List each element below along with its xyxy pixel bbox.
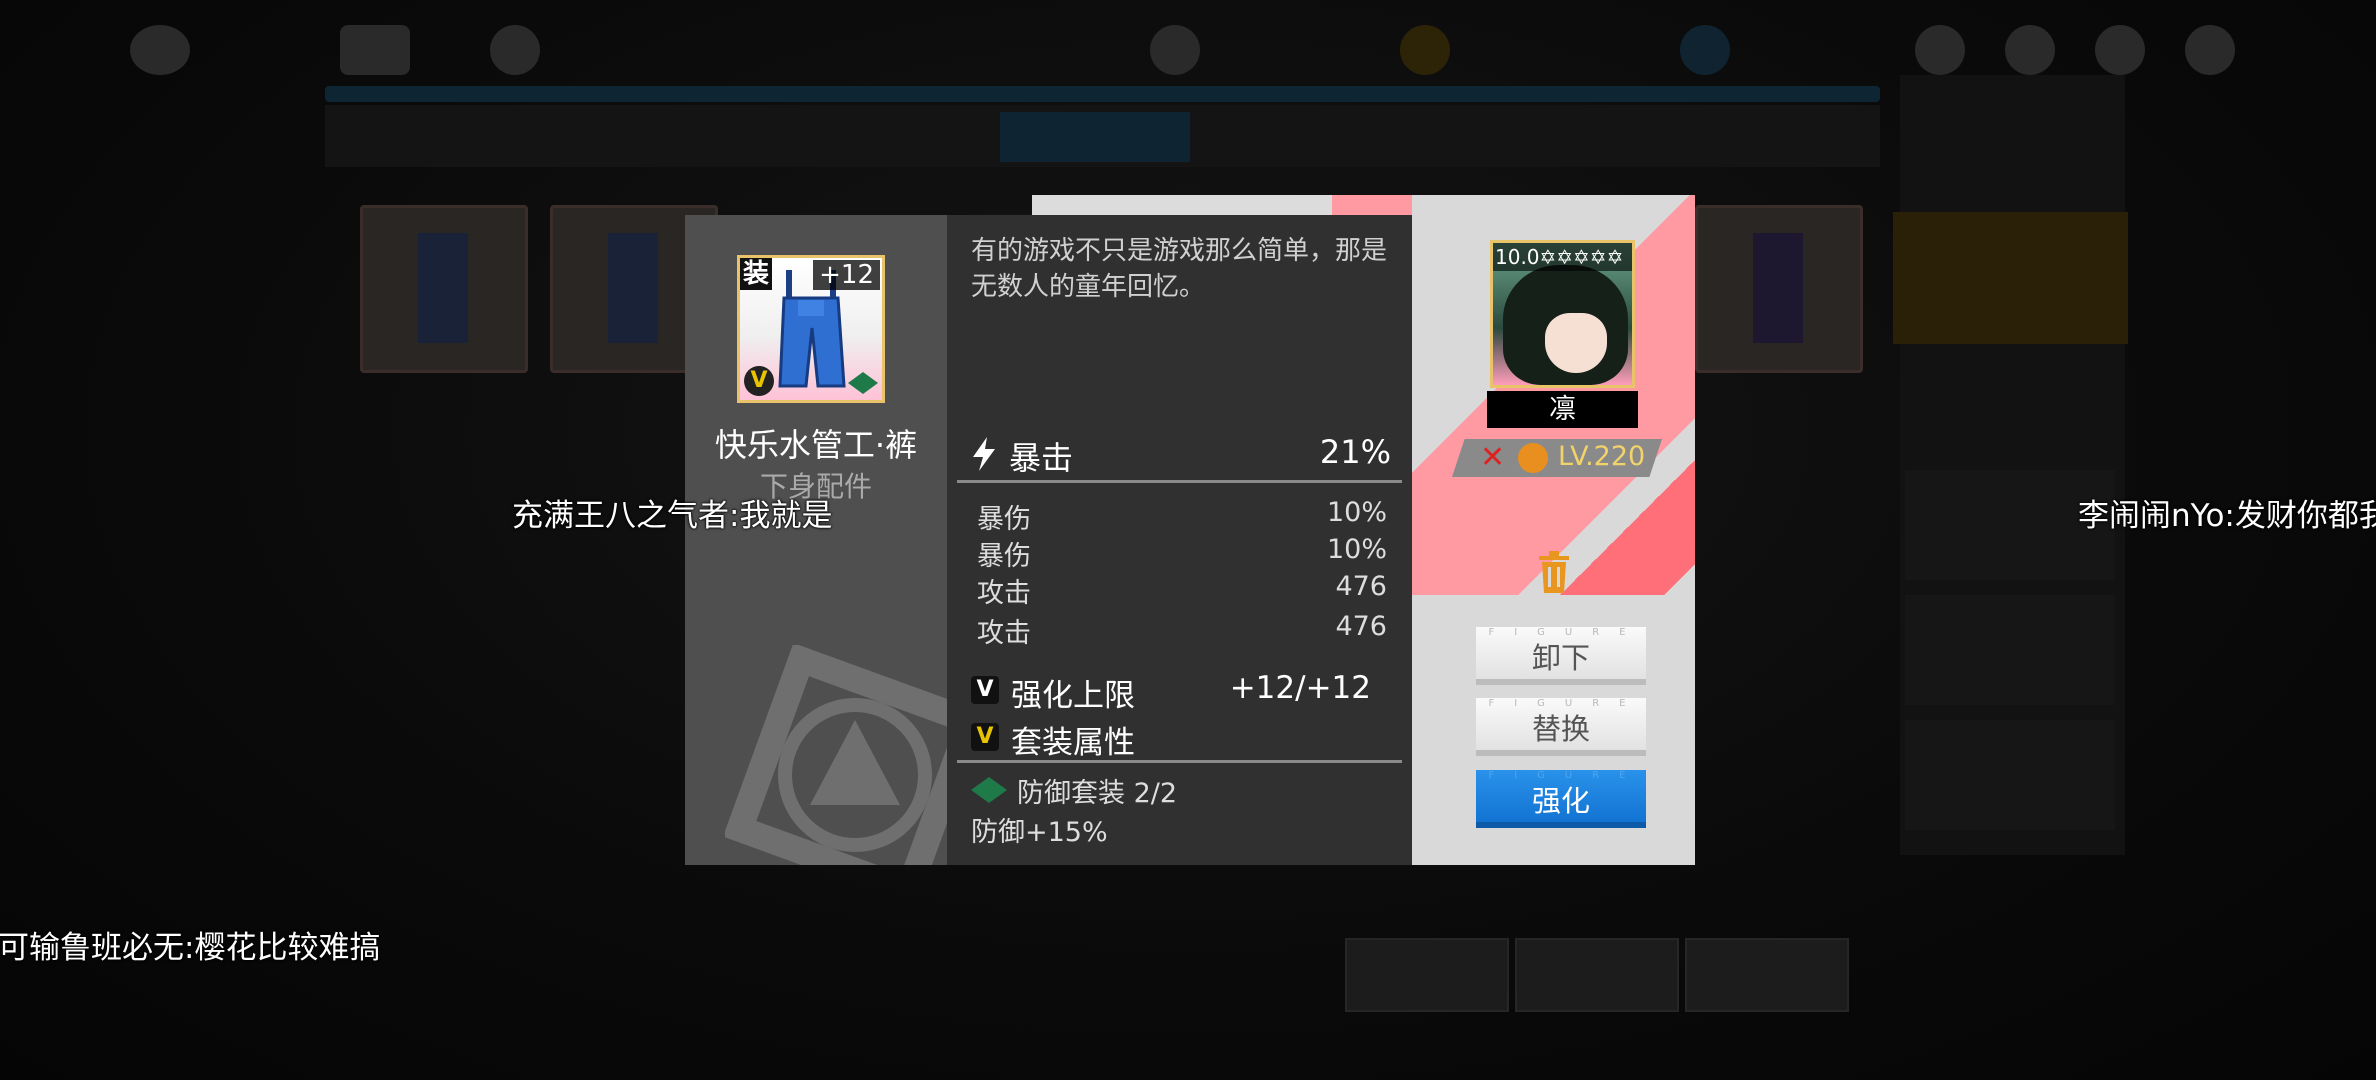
sub-stat-row: 暴伤 10% xyxy=(977,497,1387,535)
tab-head xyxy=(575,112,765,162)
tab-all xyxy=(335,112,525,162)
main-stat-name: 暴击 xyxy=(1009,439,1074,477)
item-icon[interactable]: 装 +12 V xyxy=(737,255,885,403)
enhance-cap-value: +12/+12 xyxy=(1229,670,1371,706)
settings-icon xyxy=(1915,25,1965,75)
character-action-panel: 10.0✡✡✡✡✡ 凛 ✕ LV.220 FIGURE 卸下 FIGURE 替换… xyxy=(1412,195,1695,865)
tier-medal-icon xyxy=(1518,443,1548,473)
bottom-button xyxy=(1515,938,1679,1012)
item-stats-panel: 有的游戏不只是游戏那么简单，那是无数人的童年回忆。 暴击 21% 暴伤 10% … xyxy=(947,215,1412,865)
danmaku-comment: 李闹闹nYo:发财你都我 xyxy=(2078,498,2376,534)
unequip-button[interactable]: FIGURE 卸下 xyxy=(1476,627,1646,685)
equipped-tag: 装 xyxy=(740,258,773,290)
sub-stat-row: 攻击 476 xyxy=(977,571,1387,609)
divider xyxy=(957,760,1402,763)
logo-icon xyxy=(130,25,190,75)
coin-icon xyxy=(1400,25,1450,75)
menu-icon xyxy=(340,25,410,75)
top-resource-bar xyxy=(120,10,2240,75)
unequip-label: 卸下 xyxy=(1531,641,1590,675)
bottom-button xyxy=(1345,938,1509,1012)
item-name: 快乐水管工·裤 xyxy=(714,426,918,464)
set-attr-row: V 套装属性 xyxy=(971,717,1391,761)
emblem-watermark-icon xyxy=(725,645,947,865)
character-rating: 10.0✡✡✡✡✡ xyxy=(1493,243,1632,271)
bag-icon xyxy=(2095,25,2145,75)
character-level-bar: ✕ LV.220 xyxy=(1452,439,1662,477)
main-stat-value: 21% xyxy=(1319,433,1391,471)
tab-lower xyxy=(1000,112,1190,162)
side-row xyxy=(1905,595,2115,705)
diamond-icon xyxy=(1680,25,1730,75)
item-detail-modal: 装 +12 V 快乐水管工·裤 下身配件 有的游戏不只是游戏那么简单，那是无数人… xyxy=(685,195,1695,865)
trash-icon[interactable] xyxy=(1537,550,1571,594)
tab-body xyxy=(795,112,985,162)
sub-stat-value: 476 xyxy=(1335,611,1387,642)
enhance-cap-label: 强化上限 xyxy=(1011,678,1135,714)
character-name: 凛 xyxy=(1487,391,1638,428)
sub-stat-name: 暴伤 xyxy=(977,541,1031,572)
main-stat-row: 暴击 21% xyxy=(971,433,1391,477)
replace-button[interactable]: FIGURE 替换 xyxy=(1476,698,1646,756)
character-level: LV.220 xyxy=(1558,441,1646,472)
button-watermark: FIGURE xyxy=(1488,770,1646,781)
bottom-button xyxy=(1685,938,1849,1012)
enhance-level-badge: +12 xyxy=(813,260,880,290)
sub-stat-value: 10% xyxy=(1326,534,1387,565)
set-bonus-effect: 防御+15% xyxy=(971,817,1108,848)
enhance-button[interactable]: FIGURE 强化 xyxy=(1476,770,1646,828)
gear-icon xyxy=(2185,25,2235,75)
character-portrait[interactable]: 10.0✡✡✡✡✡ xyxy=(1490,240,1635,388)
divider xyxy=(957,480,1402,483)
side-row xyxy=(1905,720,2115,830)
enhance-cap-row: V 强化上限 +12/+12 xyxy=(971,670,1391,714)
v-rank-icon: V xyxy=(744,366,774,396)
set-bonus-name: 防御套装 2/2 xyxy=(1017,778,1178,809)
mail-icon xyxy=(2005,25,2055,75)
item-summary-panel: 装 +12 V 快乐水管工·裤 下身配件 xyxy=(685,215,947,865)
sub-stat-name: 攻击 xyxy=(977,618,1031,649)
lightning-icon xyxy=(973,437,995,471)
modal-top-band xyxy=(1032,195,1412,215)
sub-stat-name: 攻击 xyxy=(977,578,1031,609)
enhance-label: 强化 xyxy=(1531,784,1590,818)
danmaku-comment: 可输鲁班必无:樱花比较难搞 xyxy=(0,930,381,966)
progress-line xyxy=(325,86,1880,102)
item-description: 有的游戏不只是游戏那么简单，那是无数人的童年回忆。 xyxy=(971,236,1388,302)
inventory-item xyxy=(360,205,528,373)
tab-extra xyxy=(1690,112,1880,162)
v-rank-gold-icon: V xyxy=(971,723,999,751)
button-watermark: FIGURE xyxy=(1488,698,1646,709)
side-highlight xyxy=(1893,212,2128,344)
cross-swords-icon: ✕ xyxy=(1480,440,1506,475)
tab-other xyxy=(1460,112,1650,162)
inventory-item xyxy=(1695,205,1863,373)
sub-stat-row: 暴伤 10% xyxy=(977,534,1387,572)
sub-stat-value: 10% xyxy=(1326,497,1387,528)
set-attr-label: 套装属性 xyxy=(1011,725,1135,761)
tab-accessory xyxy=(1230,112,1420,162)
sub-stat-row: 攻击 476 xyxy=(977,611,1387,649)
replace-label: 替换 xyxy=(1531,712,1590,746)
v-rank-icon: V xyxy=(971,676,999,704)
defense-set-icon xyxy=(971,777,1007,803)
triangle-icon xyxy=(490,25,540,75)
danmaku-comment: 充满王八之气者:我就是 xyxy=(512,498,833,534)
button-watermark: FIGURE xyxy=(1488,627,1646,638)
sub-stat-name: 暴伤 xyxy=(977,504,1031,535)
sub-stat-value: 476 xyxy=(1335,571,1387,602)
chip-icon xyxy=(1150,25,1200,75)
